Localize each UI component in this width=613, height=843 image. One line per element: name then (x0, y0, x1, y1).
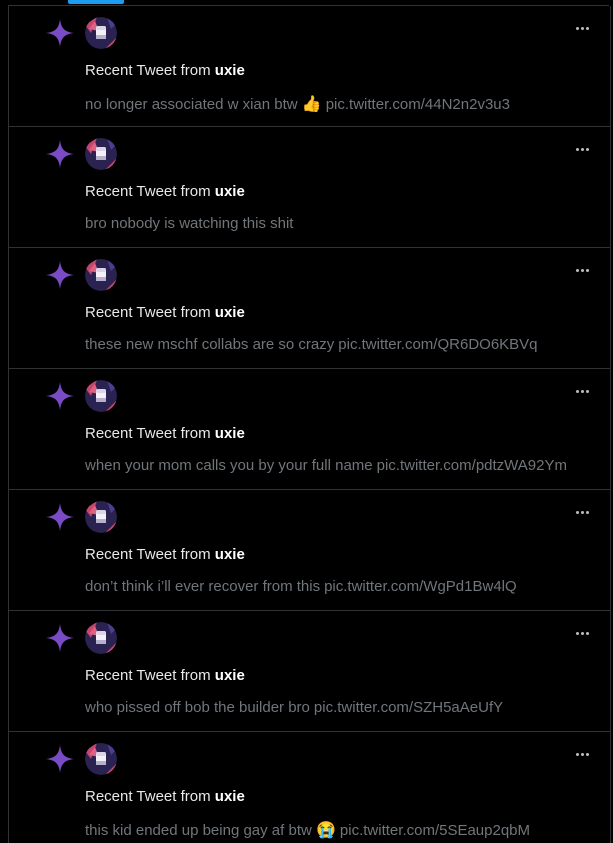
notification-title: Recent Tweet from uxie (85, 62, 245, 79)
notification-item-1[interactable]: Recent Tweet from uxie no longer associa… (9, 6, 610, 127)
username-link[interactable]: uxie (215, 183, 245, 200)
tweet-text: when your mom calls you by your full nam… (85, 457, 373, 474)
sparkle-icon (46, 624, 74, 652)
more-icon (575, 147, 579, 151)
notification-item-4[interactable]: Recent Tweet from uxie when your mom cal… (9, 369, 610, 490)
notification-title: Recent Tweet from uxie (85, 546, 245, 563)
notification-title: Recent Tweet from uxie (85, 788, 245, 805)
notification-item-2[interactable]: Recent Tweet from uxie bro nobody is wat… (9, 127, 610, 248)
more-icon (575, 268, 579, 272)
sparkle-icon (46, 382, 74, 410)
notification-feed: Recent Tweet from uxie no longer associa… (8, 6, 611, 843)
notifications-view: Recent Tweet from uxie no longer associa… (0, 0, 613, 843)
media-link[interactable]: pic.twitter.com/5SEaup2qbM (340, 822, 530, 839)
sparkle-icon (46, 19, 74, 47)
username-link[interactable]: uxie (215, 546, 245, 563)
tweet-preview: don’t think i’ll ever recover from this p… (85, 578, 517, 595)
notification-item-5[interactable]: Recent Tweet from uxie don’t think i’ll … (9, 490, 610, 611)
more-icon (575, 631, 579, 635)
media-link[interactable]: pic.twitter.com/QR6DO6KBVq (338, 336, 537, 353)
more-options-button[interactable] (572, 623, 592, 643)
more-icon (575, 26, 579, 30)
tweet-preview: no longer associated w xian btw 👍 pic.twi… (85, 94, 510, 114)
media-link[interactable]: pic.twitter.com/44N2n2v3u3 (326, 96, 510, 113)
tweet-text: these new mschf collabs are so crazy (85, 336, 335, 353)
username-link[interactable]: uxie (215, 788, 245, 805)
tweet-text: bro nobody is watching this shit (85, 215, 294, 232)
notification-title: Recent Tweet from uxie (85, 425, 245, 442)
username-link[interactable]: uxie (215, 62, 245, 79)
more-options-button[interactable] (572, 18, 592, 38)
tweet-text: don’t think i’ll ever recover from this (85, 578, 321, 595)
avatar[interactable] (85, 743, 117, 775)
more-icon (575, 389, 579, 393)
more-options-button[interactable] (572, 744, 592, 764)
more-options-button[interactable] (572, 381, 592, 401)
username-link[interactable]: uxie (215, 425, 245, 442)
sparkle-icon (46, 503, 74, 531)
title-prefix: Recent Tweet from (85, 62, 211, 79)
notification-item-7[interactable]: Recent Tweet from uxie this kid ended up… (9, 732, 610, 843)
media-link[interactable]: pic.twitter.com/SZH5aAeUfY (314, 699, 503, 716)
tweet-text: this kid ended up being gay af btw (85, 822, 312, 839)
more-options-button[interactable] (572, 139, 592, 159)
more-options-button[interactable] (572, 502, 592, 522)
tweet-preview: when your mom calls you by your full nam… (85, 457, 567, 474)
avatar[interactable] (85, 380, 117, 412)
notification-item-3[interactable]: Recent Tweet from uxie these new mschf c… (9, 248, 610, 369)
tweet-preview: bro nobody is watching this shit (85, 215, 293, 232)
notification-item-6[interactable]: Recent Tweet from uxie who pissed off bo… (9, 611, 610, 732)
tweet-text: no longer associated w xian btw (85, 96, 298, 113)
active-tab-indicator (68, 0, 124, 4)
tweet-preview: who pissed off bob the builder bro pic.tw… (85, 699, 503, 716)
tweet-text: who pissed off bob the builder bro (85, 699, 310, 716)
emoji: 😭 (316, 822, 336, 839)
media-link[interactable]: pic.twitter.com/WgPd1Bw4lQ (324, 578, 517, 595)
title-prefix: Recent Tweet from (85, 546, 211, 563)
sparkle-icon (46, 261, 74, 289)
avatar[interactable] (85, 138, 117, 170)
username-link[interactable]: uxie (215, 667, 245, 684)
sparkle-icon (46, 140, 74, 168)
tweet-preview: these new mschf collabs are so crazy pic.… (85, 336, 538, 353)
notification-title: Recent Tweet from uxie (85, 667, 245, 684)
username-link[interactable]: uxie (215, 304, 245, 321)
avatar[interactable] (85, 17, 117, 49)
avatar[interactable] (85, 501, 117, 533)
title-prefix: Recent Tweet from (85, 425, 211, 442)
avatar[interactable] (85, 259, 117, 291)
emoji: 👍 (301, 96, 322, 113)
title-prefix: Recent Tweet from (85, 667, 211, 684)
sparkle-icon (46, 745, 74, 773)
more-icon (575, 510, 579, 514)
more-options-button[interactable] (572, 260, 592, 280)
more-icon (575, 752, 579, 756)
tweet-preview: this kid ended up being gay af btw 😭 pic.… (85, 820, 530, 840)
notification-title: Recent Tweet from uxie (85, 304, 245, 321)
media-link[interactable]: pic.twitter.com/pdtzWA92Ym (377, 457, 567, 474)
title-prefix: Recent Tweet from (85, 304, 211, 321)
title-prefix: Recent Tweet from (85, 788, 211, 805)
avatar[interactable] (85, 622, 117, 654)
title-prefix: Recent Tweet from (85, 183, 211, 200)
notification-title: Recent Tweet from uxie (85, 183, 245, 200)
